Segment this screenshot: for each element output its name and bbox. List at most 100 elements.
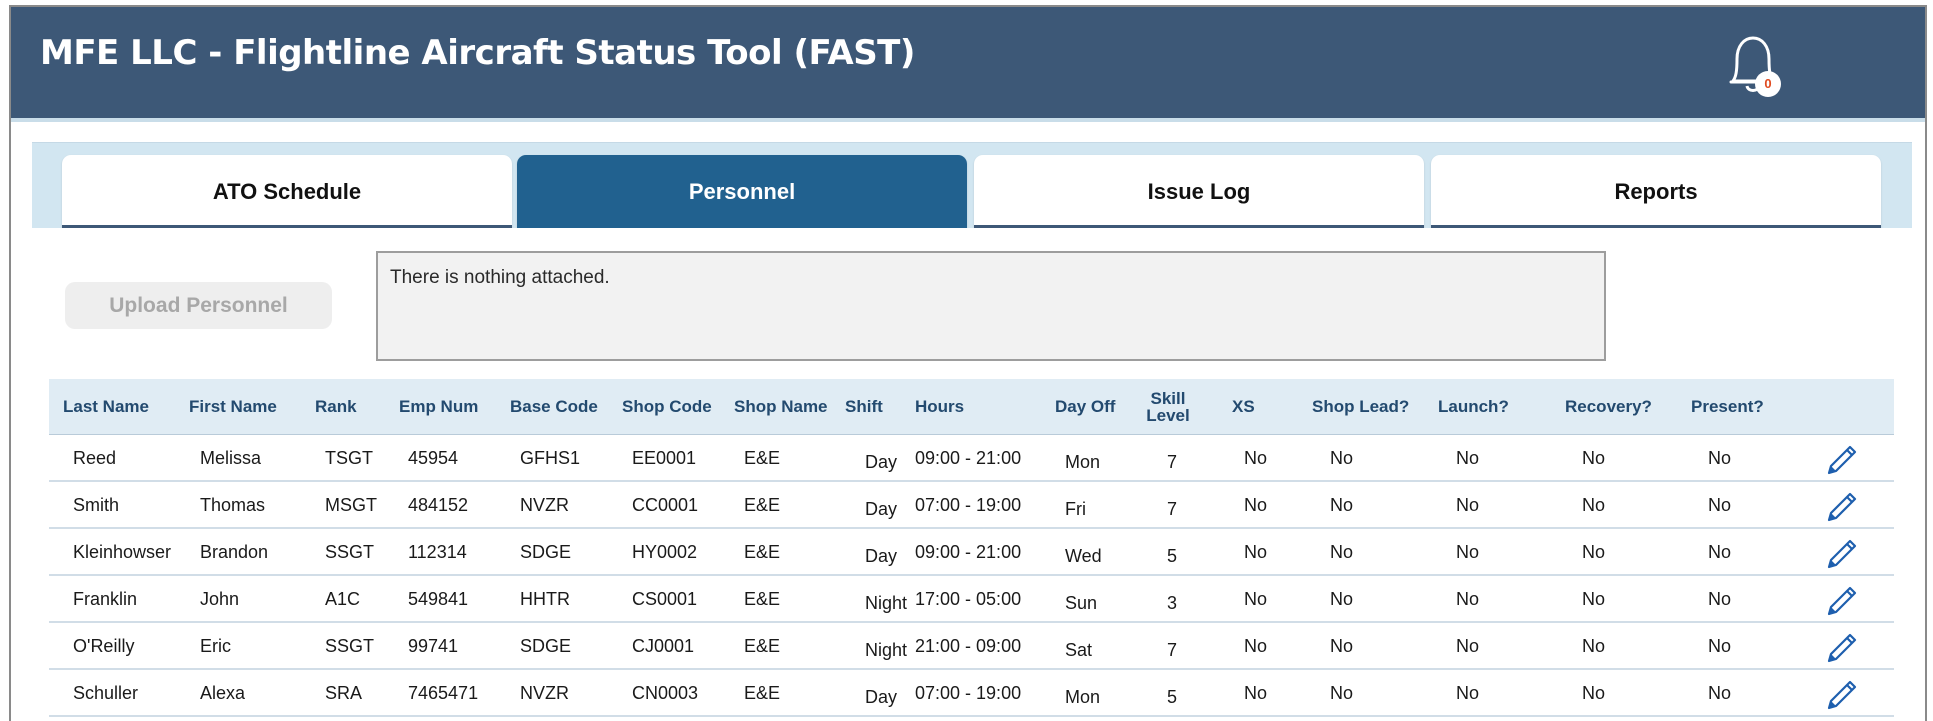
- attachment-dropzone[interactable]: There is nothing attached.: [376, 251, 1606, 361]
- cell-recovery: No: [1582, 542, 1606, 562]
- cell-shop-lead: No: [1330, 683, 1354, 703]
- tab-ato-schedule[interactable]: ATO Schedule: [62, 155, 512, 228]
- cell-present: No: [1708, 589, 1732, 609]
- cell-skill-level: 3: [1167, 593, 1178, 613]
- cell-launch: No: [1456, 495, 1480, 515]
- tab-bar: ATO Schedule Personnel Issue Log Reports: [62, 155, 1882, 228]
- pencil-icon: [1827, 680, 1857, 710]
- column-header-shop-code[interactable]: Shop Code: [622, 379, 712, 435]
- cell-hours: 07:00 - 19:00: [915, 683, 1022, 703]
- table-row[interactable]: O'Reilly Eric SSGT 99741 SDGE CJ0001 E&E Night 2…: [49, 623, 1894, 670]
- cell-present: No: [1708, 683, 1732, 703]
- cell-launch: No: [1456, 542, 1480, 562]
- table-row[interactable]: Schuller Alexa SRA 7465471 NVZR CN0003 E&E Day 0…: [49, 670, 1894, 717]
- column-header-rank[interactable]: Rank: [315, 379, 357, 435]
- edit-row-button[interactable]: [1821, 439, 1861, 479]
- edit-row-button[interactable]: [1821, 580, 1861, 620]
- cell-day-off: Fri: [1065, 499, 1086, 519]
- cell-shop-lead: No: [1330, 495, 1354, 515]
- cell-rank: SSGT: [325, 636, 375, 656]
- tab-reports[interactable]: Reports: [1431, 155, 1881, 228]
- cell-shop-lead: No: [1330, 636, 1354, 656]
- cell-shop-code: HY0002: [632, 542, 698, 562]
- cell-emp-num: 112314: [408, 542, 467, 562]
- cell-rank: SRA: [325, 683, 363, 703]
- cell-day-off: Mon: [1065, 452, 1101, 472]
- column-header-emp-num[interactable]: Emp Num: [399, 379, 478, 435]
- cell-rank: TSGT: [325, 448, 373, 468]
- cell-shift: Day: [865, 452, 898, 472]
- cell-emp-num: 549841: [408, 589, 469, 609]
- cell-rank: MSGT: [325, 495, 377, 515]
- cell-day-off: Mon: [1065, 687, 1101, 707]
- cell-recovery: No: [1582, 636, 1606, 656]
- cell-hours: 17:00 - 05:00: [915, 589, 1022, 609]
- cell-xs: No: [1244, 636, 1268, 656]
- cell-base-code: GFHS1: [520, 448, 581, 468]
- cell-launch: No: [1456, 448, 1480, 468]
- table-row[interactable]: Reed Melissa TSGT 45954 GFHS1 EE0001 E&E Day 09:…: [49, 435, 1894, 482]
- cell-day-off: Sun: [1065, 593, 1098, 613]
- cell-shop-code: CN0003: [632, 683, 699, 703]
- notifications-button[interactable]: 0: [1723, 31, 1783, 101]
- personnel-table: Last Name First Name Rank Emp Num Base C…: [49, 379, 1894, 717]
- column-header-shop-lead[interactable]: Shop Lead?: [1312, 379, 1409, 435]
- column-header-skill-level[interactable]: Skill Level: [1144, 379, 1192, 435]
- cell-shop-lead: No: [1330, 542, 1354, 562]
- column-header-base-code[interactable]: Base Code: [510, 379, 598, 435]
- column-header-recovery[interactable]: Recovery?: [1565, 379, 1652, 435]
- column-header-day-off[interactable]: Day Off: [1055, 379, 1115, 435]
- cell-skill-level: 7: [1167, 640, 1178, 660]
- column-header-shift[interactable]: Shift: [845, 379, 883, 435]
- cell-shop-name: E&E: [744, 448, 781, 468]
- table-row[interactable]: Franklin John A1C 549841 HHTR CS0001 E&E Night 1…: [49, 576, 1894, 623]
- cell-present: No: [1708, 542, 1732, 562]
- cell-emp-num: 99741: [408, 636, 459, 656]
- column-header-xs[interactable]: XS: [1232, 379, 1255, 435]
- cell-shift: Day: [865, 546, 898, 566]
- cell-xs: No: [1244, 542, 1268, 562]
- cell-xs: No: [1244, 448, 1268, 468]
- column-header-shop-name[interactable]: Shop Name: [734, 379, 828, 435]
- table-row[interactable]: Kleinhowser Brandon SSGT 112314 SDGE HY0002 E&…: [49, 529, 1894, 576]
- cell-base-code: NVZR: [520, 683, 569, 703]
- attachment-status-text: There is nothing attached.: [390, 267, 610, 288]
- pencil-icon: [1827, 586, 1857, 616]
- cell-shop-name: E&E: [744, 589, 781, 609]
- cell-launch: No: [1456, 589, 1480, 609]
- cell-recovery: No: [1582, 683, 1606, 703]
- cell-shift: Day: [865, 687, 898, 707]
- column-header-hours[interactable]: Hours: [915, 379, 964, 435]
- pencil-icon: [1827, 492, 1857, 522]
- tab-issue-log[interactable]: Issue Log: [974, 155, 1424, 228]
- cell-base-code: NVZR: [520, 495, 569, 515]
- cell-last-name: Kleinhowser: [73, 542, 172, 562]
- pencil-icon: [1827, 633, 1857, 663]
- cell-first-name: Thomas: [200, 495, 266, 515]
- cell-shift: Night: [865, 640, 908, 660]
- edit-row-button[interactable]: [1821, 674, 1861, 714]
- cell-emp-num: 45954: [408, 448, 459, 468]
- edit-row-button[interactable]: [1821, 533, 1861, 573]
- cell-recovery: No: [1582, 495, 1606, 515]
- table-header: Last Name First Name Rank Emp Num Base C…: [49, 379, 1894, 435]
- cell-present: No: [1708, 495, 1732, 515]
- cell-base-code: SDGE: [520, 636, 572, 656]
- cell-first-name: Alexa: [200, 683, 246, 703]
- cell-recovery: No: [1582, 448, 1606, 468]
- column-header-first-name[interactable]: First Name: [189, 379, 277, 435]
- cell-launch: No: [1456, 683, 1480, 703]
- column-header-present[interactable]: Present?: [1691, 379, 1764, 435]
- cell-shop-code: CS0001: [632, 589, 698, 609]
- edit-row-button[interactable]: [1821, 627, 1861, 667]
- tab-personnel[interactable]: Personnel: [517, 155, 967, 228]
- column-header-launch[interactable]: Launch?: [1438, 379, 1509, 435]
- column-header-last-name[interactable]: Last Name: [63, 379, 149, 435]
- edit-row-button[interactable]: [1821, 486, 1861, 526]
- upload-personnel-button[interactable]: Upload Personnel: [65, 282, 332, 329]
- table-row[interactable]: Smith Thomas MSGT 484152 NVZR CC0001 E&E Day 07:…: [49, 482, 1894, 529]
- cell-last-name: Franklin: [73, 589, 138, 609]
- cell-present: No: [1708, 448, 1732, 468]
- cell-xs: No: [1244, 589, 1268, 609]
- content-panel: ATO Schedule Personnel Issue Log Reports…: [32, 142, 1912, 721]
